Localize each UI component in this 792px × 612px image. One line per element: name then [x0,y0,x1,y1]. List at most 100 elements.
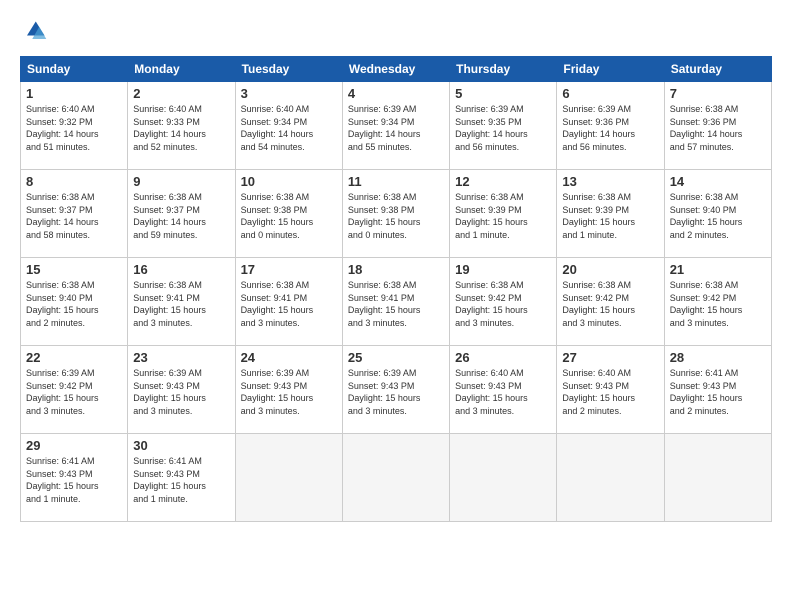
day-info: Sunrise: 6:40 AMSunset: 9:43 PMDaylight:… [455,367,551,417]
day-info: Sunrise: 6:39 AMSunset: 9:43 PMDaylight:… [241,367,337,417]
calendar-cell: 7 Sunrise: 6:38 AMSunset: 9:36 PMDaylight… [664,82,771,170]
calendar-cell: 29Sunrise: 6:41 AMSunset: 9:43 PMDayligh… [21,434,128,522]
calendar-cell: 30 Sunrise: 6:41 AMSunset: 9:43 PMDayligh… [128,434,235,522]
calendar-cell: 2Sunrise: 6:40 AMSunset: 9:33 PMDaylight… [128,82,235,170]
day-info: Sunrise: 6:38 AMSunset: 9:40 PMDaylight:… [26,279,122,329]
day-number: 8 [26,174,122,189]
day-info: Sunrise: 6:38 AMSunset: 9:39 PMDaylight:… [455,191,551,241]
calendar-week-2: 15 Sunrise: 6:38 AMSunset: 9:40 PMDayligh… [21,258,772,346]
calendar-week-0: 1 Sunrise: 6:40 AMSunset: 9:32 PMDaylight… [21,82,772,170]
day-info: Sunrise: 6:41 AMSunset: 9:43 PMDaylight:… [26,455,122,505]
calendar-cell [557,434,664,522]
day-info: Sunrise: 6:38 AMSunset: 9:38 PMDaylight:… [348,191,444,241]
day-info: Sunrise: 6:41 AMSunset: 9:43 PMDaylight:… [670,367,766,417]
calendar-header-row: SundayMondayTuesdayWednesdayThursdayFrid… [21,57,772,82]
calendar-cell: 11 Sunrise: 6:38 AMSunset: 9:38 PMDayligh… [342,170,449,258]
weekday-header-monday: Monday [128,57,235,82]
day-info: Sunrise: 6:38 AMSunset: 9:36 PMDaylight:… [670,103,766,153]
day-info: Sunrise: 6:38 AMSunset: 9:42 PMDaylight:… [455,279,551,329]
calendar-week-3: 22 Sunrise: 6:39 AMSunset: 9:42 PMDayligh… [21,346,772,434]
weekday-header-thursday: Thursday [450,57,557,82]
day-number: 7 [670,86,766,101]
day-info: Sunrise: 6:41 AMSunset: 9:43 PMDaylight:… [133,455,229,505]
calendar-cell: 9 Sunrise: 6:38 AMSunset: 9:37 PMDaylight… [128,170,235,258]
day-number: 1 [26,86,122,101]
day-number: 26 [455,350,551,365]
weekday-header-saturday: Saturday [664,57,771,82]
calendar-cell: 13 Sunrise: 6:38 AMSunset: 9:39 PMDayligh… [557,170,664,258]
day-number: 28 [670,350,766,365]
day-info: Sunrise: 6:38 AMSunset: 9:42 PMDaylight:… [670,279,766,329]
calendar-cell: 17 Sunrise: 6:38 AMSunset: 9:41 PMDayligh… [235,258,342,346]
day-info: Sunrise: 6:39 AMSunset: 9:43 PMDaylight:… [348,367,444,417]
calendar-cell: 19 Sunrise: 6:38 AMSunset: 9:42 PMDayligh… [450,258,557,346]
day-info: Sunrise: 6:40 AMSunset: 9:43 PMDaylight:… [562,367,658,417]
calendar-cell: 20 Sunrise: 6:38 AMSunset: 9:42 PMDayligh… [557,258,664,346]
calendar-cell: 28 Sunrise: 6:41 AMSunset: 9:43 PMDayligh… [664,346,771,434]
day-number: 13 [562,174,658,189]
day-info: Sunrise: 6:38 AMSunset: 9:38 PMDaylight:… [241,191,337,241]
day-number: 27 [562,350,658,365]
day-number: 17 [241,262,337,277]
day-number: 24 [241,350,337,365]
calendar-cell [235,434,342,522]
day-number: 19 [455,262,551,277]
day-number: 14 [670,174,766,189]
day-number: 16 [133,262,229,277]
day-number: 10 [241,174,337,189]
logo [20,18,52,46]
day-info: Sunrise: 6:39 AMSunset: 9:43 PMDaylight:… [133,367,229,417]
day-info: Sunrise: 6:39 AMSunset: 9:34 PMDaylight:… [348,103,444,153]
calendar-cell: 4 Sunrise: 6:39 AMSunset: 9:34 PMDaylight… [342,82,449,170]
calendar-cell: 1 Sunrise: 6:40 AMSunset: 9:32 PMDaylight… [21,82,128,170]
calendar-cell [450,434,557,522]
day-info: Sunrise: 6:40 AMSunset: 9:34 PMDaylight:… [241,103,337,153]
day-number: 11 [348,174,444,189]
day-number: 18 [348,262,444,277]
logo-icon [20,18,48,46]
day-number: 3 [241,86,337,101]
weekday-header-tuesday: Tuesday [235,57,342,82]
calendar-cell: 27 Sunrise: 6:40 AMSunset: 9:43 PMDayligh… [557,346,664,434]
calendar-cell: 15 Sunrise: 6:38 AMSunset: 9:40 PMDayligh… [21,258,128,346]
calendar-cell: 12 Sunrise: 6:38 AMSunset: 9:39 PMDayligh… [450,170,557,258]
day-info: Sunrise: 6:38 AMSunset: 9:39 PMDaylight:… [562,191,658,241]
calendar-cell: 26 Sunrise: 6:40 AMSunset: 9:43 PMDayligh… [450,346,557,434]
day-info: Sunrise: 6:38 AMSunset: 9:41 PMDaylight:… [348,279,444,329]
day-info: Sunrise: 6:39 AMSunset: 9:36 PMDaylight:… [562,103,658,153]
day-info: Sunrise: 6:40 AMSunset: 9:32 PMDaylight:… [26,103,122,153]
calendar-week-4: 29Sunrise: 6:41 AMSunset: 9:43 PMDayligh… [21,434,772,522]
day-number: 25 [348,350,444,365]
day-number: 4 [348,86,444,101]
calendar-table: SundayMondayTuesdayWednesdayThursdayFrid… [20,56,772,522]
page-header [20,18,772,46]
calendar-cell: 3 Sunrise: 6:40 AMSunset: 9:34 PMDaylight… [235,82,342,170]
day-number: 15 [26,262,122,277]
calendar-cell: 23 Sunrise: 6:39 AMSunset: 9:43 PMDayligh… [128,346,235,434]
day-number: 6 [562,86,658,101]
calendar-cell: 5 Sunrise: 6:39 AMSunset: 9:35 PMDaylight… [450,82,557,170]
day-number: 23 [133,350,229,365]
calendar-cell: 21 Sunrise: 6:38 AMSunset: 9:42 PMDayligh… [664,258,771,346]
day-number: 12 [455,174,551,189]
day-info: Sunrise: 6:38 AMSunset: 9:41 PMDaylight:… [241,279,337,329]
day-info: Sunrise: 6:38 AMSunset: 9:40 PMDaylight:… [670,191,766,241]
day-info: Sunrise: 6:39 AMSunset: 9:42 PMDaylight:… [26,367,122,417]
calendar-cell: 10 Sunrise: 6:38 AMSunset: 9:38 PMDayligh… [235,170,342,258]
day-number: 5 [455,86,551,101]
day-info: Sunrise: 6:39 AMSunset: 9:35 PMDaylight:… [455,103,551,153]
calendar-cell: 25 Sunrise: 6:39 AMSunset: 9:43 PMDayligh… [342,346,449,434]
day-info: Sunrise: 6:38 AMSunset: 9:37 PMDaylight:… [133,191,229,241]
calendar-cell: 22 Sunrise: 6:39 AMSunset: 9:42 PMDayligh… [21,346,128,434]
day-number: 9 [133,174,229,189]
calendar-cell [342,434,449,522]
day-info: Sunrise: 6:38 AMSunset: 9:42 PMDaylight:… [562,279,658,329]
day-number: 22 [26,350,122,365]
day-info: Sunrise: 6:38 AMSunset: 9:41 PMDaylight:… [133,279,229,329]
calendar-cell: 18 Sunrise: 6:38 AMSunset: 9:41 PMDayligh… [342,258,449,346]
day-number: 20 [562,262,658,277]
day-number: 21 [670,262,766,277]
calendar-cell: 14 Sunrise: 6:38 AMSunset: 9:40 PMDayligh… [664,170,771,258]
day-number: 30 [133,438,229,453]
day-info: Sunrise: 6:38 AMSunset: 9:37 PMDaylight:… [26,191,122,241]
